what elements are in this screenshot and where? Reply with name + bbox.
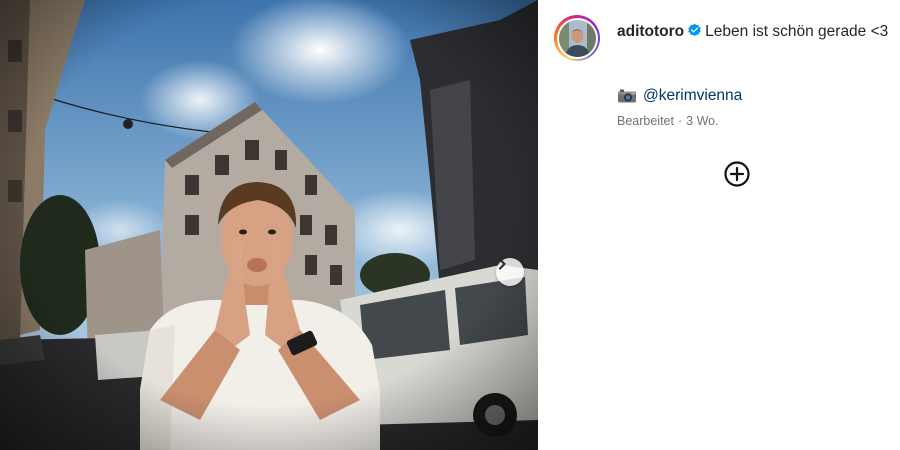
post-age[interactable]: 3 Wo. — [686, 114, 718, 128]
plus-circle-icon — [724, 161, 750, 187]
story-ring[interactable] — [554, 15, 600, 61]
post-meta: Bearbeitet · 3 Wo. — [617, 114, 719, 128]
camera-emoji-icon — [618, 89, 636, 103]
photo-credit: @kerimvienna — [617, 85, 742, 107]
caption-text: Leben ist schön gerade <3 — [705, 23, 889, 40]
username-link[interactable]: aditotoro — [617, 23, 684, 40]
chevron-right-icon — [499, 258, 506, 270]
post-caption: aditotoro Leben ist schön gerade <3 — [617, 21, 892, 43]
post-image[interactable] — [0, 0, 538, 450]
post-details-panel: aditotoro Leben ist schön gerade <3 @ker… — [538, 0, 900, 450]
verified-badge-icon — [688, 23, 701, 37]
add-button[interactable] — [723, 160, 751, 188]
next-image-button[interactable] — [496, 258, 524, 286]
avatar[interactable] — [558, 19, 596, 57]
post-photo-illustration — [0, 0, 538, 450]
edited-label: Bearbeitet — [617, 114, 674, 128]
avatar-image — [558, 19, 596, 57]
mention-link[interactable]: @kerimvienna — [643, 85, 742, 107]
meta-separator: · — [677, 114, 683, 128]
